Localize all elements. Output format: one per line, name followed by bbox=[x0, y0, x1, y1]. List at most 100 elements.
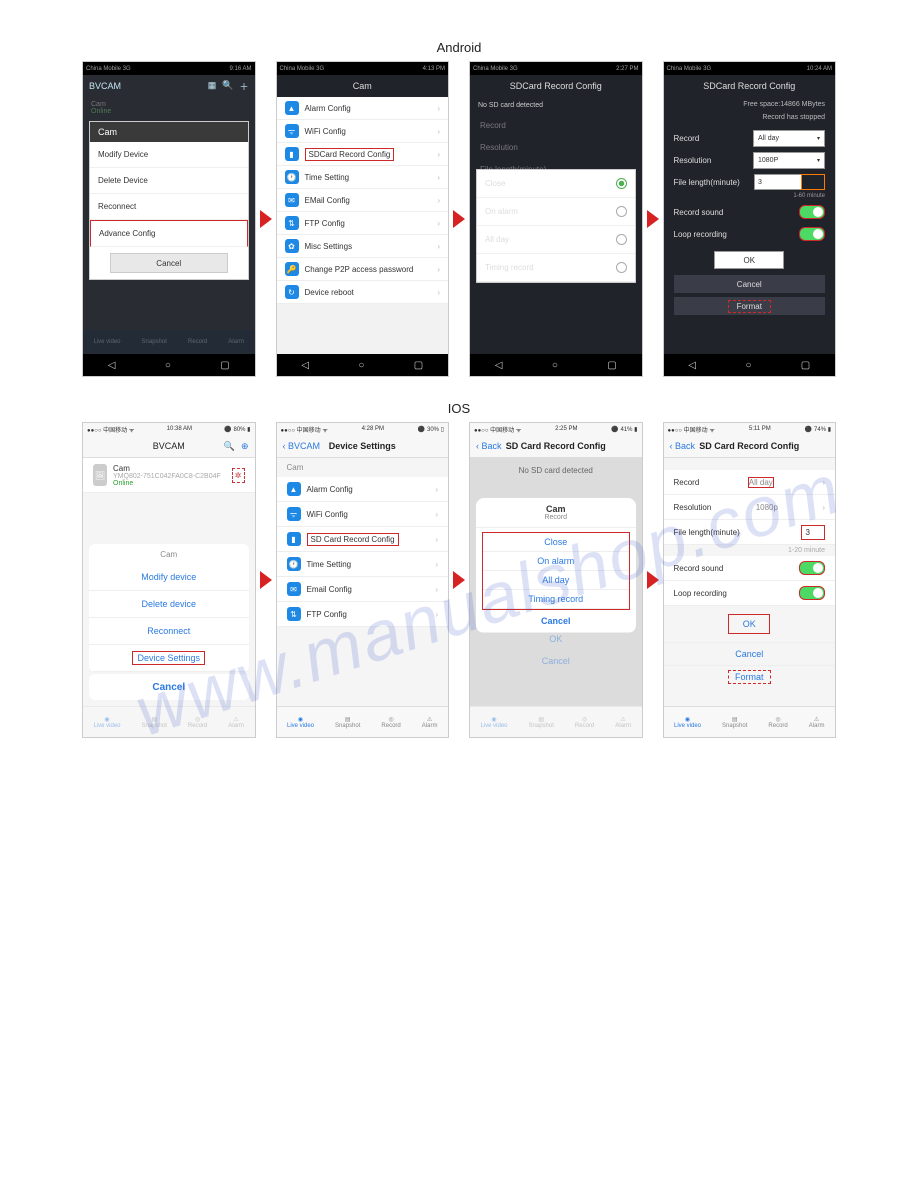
home-icon[interactable]: ○ bbox=[165, 360, 171, 371]
back-button[interactable]: ‹ Back bbox=[670, 441, 696, 451]
back-icon[interactable]: ◁ bbox=[495, 360, 503, 371]
tab-live-video[interactable]: ◉Live video bbox=[481, 716, 508, 729]
record-timing[interactable]: Timing record bbox=[477, 254, 635, 282]
file-length-input[interactable]: 3 bbox=[801, 525, 825, 540]
back-button[interactable]: ‹ BVCAM bbox=[283, 441, 321, 451]
cancel-button[interactable]: Cancel bbox=[110, 253, 228, 273]
sdcard-record-config[interactable]: ▮SDCard Record Config› bbox=[277, 143, 449, 166]
recent-icon[interactable]: ▢ bbox=[220, 360, 229, 371]
cancel-button[interactable]: Cancel bbox=[674, 275, 826, 293]
ftp-config[interactable]: ⇅FTP Config› bbox=[277, 212, 449, 235]
change-password[interactable]: 🔑Change P2P access password› bbox=[277, 258, 449, 281]
gear-icon[interactable]: ✲ bbox=[232, 468, 245, 483]
alarm-config[interactable]: ▲Alarm Config› bbox=[277, 97, 449, 120]
cancel-button[interactable]: Cancel bbox=[89, 674, 249, 700]
file-length-input[interactable]: 3 bbox=[754, 174, 802, 190]
record-all-day[interactable]: All day bbox=[483, 571, 629, 590]
tab-alarm[interactable]: ⚠Alarm bbox=[615, 716, 631, 729]
tab-live-video[interactable]: ◉Live video bbox=[94, 716, 121, 729]
ok-button[interactable]: OK bbox=[728, 614, 770, 634]
back-button[interactable]: ‹ Back bbox=[476, 441, 502, 451]
nav-bar: ◁ ○ ▢ bbox=[664, 354, 836, 376]
loop-recording-toggle[interactable] bbox=[799, 586, 825, 600]
alarm-config[interactable]: ▲Alarm Config› bbox=[277, 477, 449, 502]
home-icon[interactable]: ○ bbox=[358, 360, 364, 371]
device-reboot[interactable]: ↻Device reboot› bbox=[277, 281, 449, 304]
search-icon[interactable]: 🔍 bbox=[222, 80, 233, 93]
tab-record[interactable]: ◎Record bbox=[188, 716, 207, 729]
record-close[interactable]: Close bbox=[483, 533, 629, 552]
tab-record[interactable]: ◎Record bbox=[575, 716, 594, 729]
format-button[interactable]: Format bbox=[664, 666, 836, 688]
search-icon[interactable]: 🔍 bbox=[224, 441, 235, 452]
tab-live-video[interactable]: ◉Live video bbox=[674, 716, 701, 729]
tab-snapshot[interactable]: ▤Snapshot bbox=[529, 716, 554, 729]
tab-alarm[interactable]: ⚠Alarm bbox=[422, 716, 438, 729]
device-settings[interactable]: Device Settings bbox=[89, 645, 249, 672]
advance-config[interactable]: Advance Config bbox=[90, 220, 248, 247]
gear-icon: ✿ bbox=[285, 239, 299, 253]
reconnect[interactable]: Reconnect bbox=[90, 194, 248, 220]
reconnect[interactable]: Reconnect bbox=[89, 618, 249, 645]
tab-record[interactable]: ◎Record bbox=[381, 716, 400, 729]
snapshot-icon: ▤ bbox=[345, 716, 351, 723]
ftp-icon: ⇅ bbox=[287, 607, 301, 621]
record-row[interactable]: RecordAll day› bbox=[664, 470, 836, 495]
back-icon[interactable]: ◁ bbox=[108, 360, 116, 371]
ok-button[interactable]: OK bbox=[714, 251, 784, 269]
android-screen-1: China Mobile 3G9:16 AM BVCAM▦🔍＋ CamOnlin… bbox=[82, 61, 256, 377]
record-all-day[interactable]: All day bbox=[477, 226, 635, 254]
snapshot-icon: ▤ bbox=[732, 716, 738, 723]
camera-row[interactable]: 🖼 Cam YMQ802-751C042FA0C8-C2B04F Online … bbox=[83, 458, 255, 493]
cancel-button[interactable]: Cancel bbox=[664, 642, 836, 666]
misc-settings[interactable]: ✿Misc Settings› bbox=[277, 235, 449, 258]
back-icon[interactable]: ◁ bbox=[301, 360, 309, 371]
format-button[interactable]: Format bbox=[674, 297, 826, 315]
home-icon[interactable]: ○ bbox=[745, 360, 751, 371]
tab-record[interactable]: ◎Record bbox=[768, 716, 787, 729]
time-setting[interactable]: 🕐Time Setting› bbox=[277, 166, 449, 189]
record-timing[interactable]: Timing record bbox=[483, 590, 629, 609]
record-on-alarm[interactable]: On alarm bbox=[477, 198, 635, 226]
record-close[interactable]: Close bbox=[477, 170, 635, 198]
time-setting[interactable]: 🕐Time Setting› bbox=[277, 552, 449, 577]
tab-live-video[interactable]: ◉Live video bbox=[287, 716, 314, 729]
resolution-row[interactable]: Resolution1080p› bbox=[664, 495, 836, 520]
grid-icon[interactable]: ▦ bbox=[208, 80, 217, 93]
email-config[interactable]: ✉EMail Config› bbox=[277, 189, 449, 212]
record-icon: ◎ bbox=[582, 716, 587, 723]
wifi-config[interactable]: ᯤWiFi Config› bbox=[277, 502, 449, 527]
bell-icon: ▲ bbox=[285, 101, 299, 115]
loop-recording-toggle[interactable] bbox=[799, 227, 825, 241]
recent-icon[interactable]: ▢ bbox=[414, 360, 423, 371]
back-icon[interactable]: ◁ bbox=[688, 360, 696, 371]
arrow-icon bbox=[260, 571, 272, 589]
modify-device[interactable]: Modify device bbox=[89, 564, 249, 591]
email-config[interactable]: ✉Email Config› bbox=[277, 577, 449, 602]
record-sound-toggle[interactable] bbox=[799, 205, 825, 219]
sdcard-record-config[interactable]: ▮SD Card Record Config› bbox=[277, 527, 449, 552]
delete-device[interactable]: Delete device bbox=[89, 591, 249, 618]
heading-ios: IOS bbox=[82, 401, 836, 416]
modify-device[interactable]: Modify Device bbox=[90, 142, 248, 168]
tab-snapshot[interactable]: ▤Snapshot bbox=[722, 716, 747, 729]
record-on-alarm[interactable]: On alarm bbox=[483, 552, 629, 571]
tab-snapshot[interactable]: ▤Snapshot bbox=[335, 716, 360, 729]
delete-device[interactable]: Delete Device bbox=[90, 168, 248, 194]
tab-alarm[interactable]: ⚠Alarm bbox=[228, 716, 244, 729]
home-icon[interactable]: ○ bbox=[552, 360, 558, 371]
record-sound-toggle[interactable] bbox=[799, 561, 825, 575]
resolution-label: Resolution bbox=[674, 156, 754, 165]
wifi-config[interactable]: ᯤWiFi Config› bbox=[277, 120, 449, 143]
ftp-config[interactable]: ⇅FTP Config› bbox=[277, 602, 449, 627]
recent-icon[interactable]: ▢ bbox=[801, 360, 810, 371]
tab-alarm[interactable]: ⚠Alarm bbox=[809, 716, 825, 729]
add-icon[interactable]: ⊕ bbox=[241, 441, 249, 452]
tab-snapshot[interactable]: ▤Snapshot bbox=[142, 716, 167, 729]
resolution-dropdown[interactable]: 1080P▾ bbox=[753, 152, 825, 169]
chevron-right-icon: › bbox=[437, 127, 440, 136]
record-dropdown[interactable]: All day▾ bbox=[753, 130, 825, 147]
recent-icon[interactable]: ▢ bbox=[607, 360, 616, 371]
snapshot-icon: ▤ bbox=[538, 716, 544, 723]
add-icon[interactable]: ＋ bbox=[239, 80, 248, 93]
